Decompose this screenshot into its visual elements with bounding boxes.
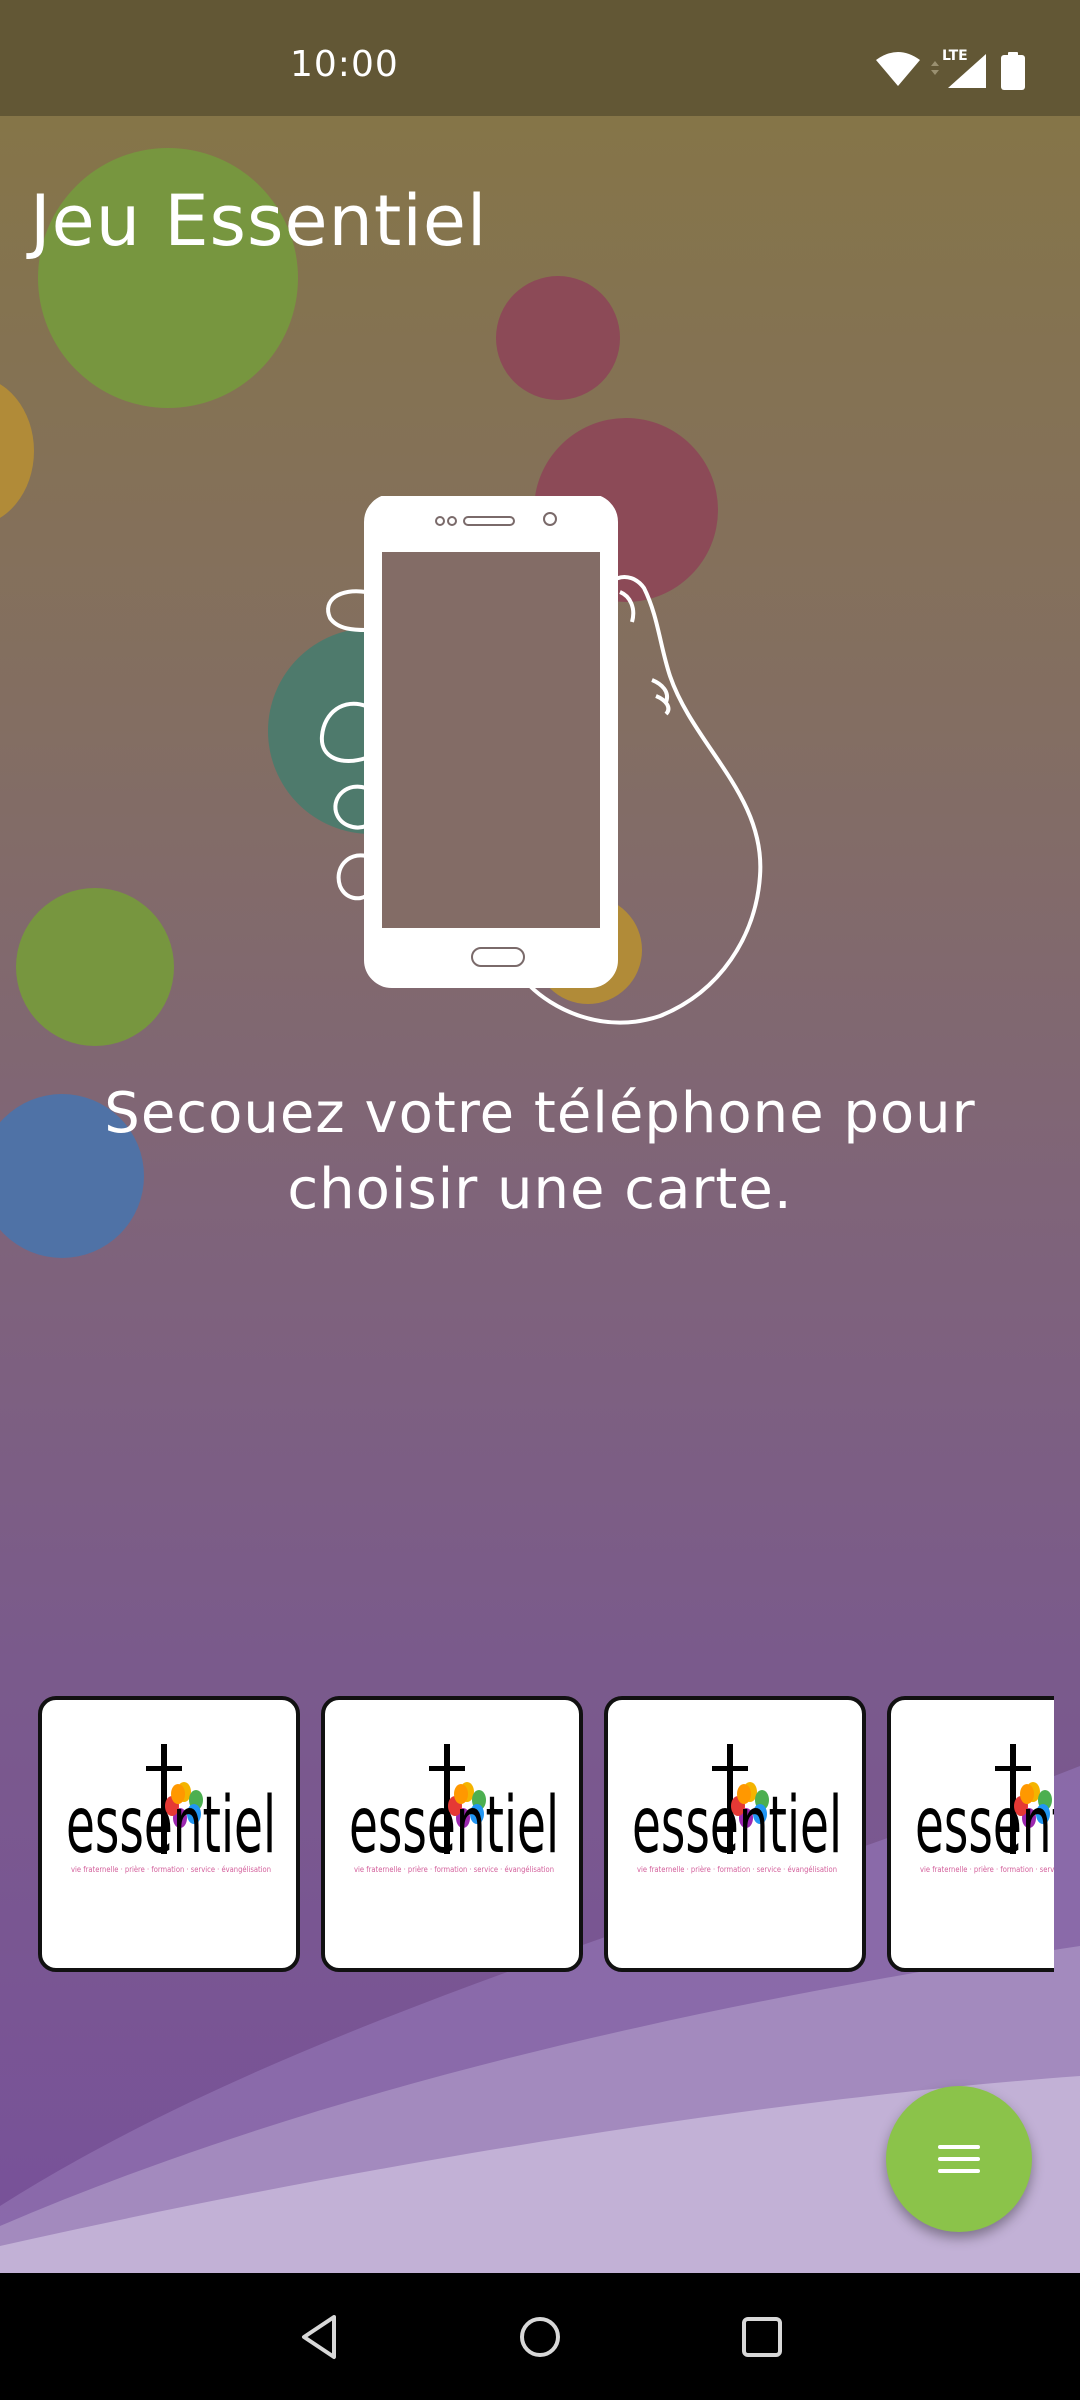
essentiel-logo: essentielvie fraternelle · prière · form… [349,1744,559,1874]
hand-holding-phone-icon [319,496,763,1025]
card-item[interactable]: essentielvie fraternelle · prière · form… [604,1696,866,1972]
system-navigation-bar [0,2273,1080,2400]
shake-instruction-text: Secouez votre téléphone pour choisir une… [104,1081,976,1222]
card-tagline: vie fraternelle · prière · formation · s… [71,1864,271,1874]
status-bar: 10:00 LTE [0,0,1080,116]
menu-fab-button[interactable] [886,2086,1032,2232]
battery-icon [1001,52,1025,90]
menu-icon [938,2145,980,2173]
card-item[interactable]: essentielvie fraternelle · prière · form… [887,1696,1054,1972]
home-icon[interactable] [512,2309,568,2365]
card-tagline: vie fraternelle · prière · formation · s… [354,1864,554,1874]
app-content: Jeu Essentiel Secouez votre téléphone po… [0,116,1080,2273]
essentiel-logo: essentielvie fraternelle · prière · form… [66,1744,276,1874]
screen: 10:00 LTE Jeu Essentiel Secouez votre té… [0,0,1080,2400]
essentiel-logo: essentielvie fraternelle · prière · form… [632,1744,842,1874]
card-logo-text: essentiel [632,1781,842,1871]
card-logo-text: essentiel [915,1781,1054,1871]
essentiel-logo: essentielvie fraternelle · prière · form… [915,1744,1054,1874]
card-tagline: vie fraternelle · prière · formation · s… [920,1864,1054,1874]
status-time: 10:00 [290,44,399,85]
card-tagline: vie fraternelle · prière · formation · s… [637,1864,837,1874]
recents-icon[interactable] [734,2309,790,2365]
lte-signal-icon: LTE [931,48,986,88]
back-icon[interactable] [292,2309,348,2365]
network-label: LTE [942,48,968,64]
card-item[interactable]: essentielvie fraternelle · prière · form… [38,1696,300,1972]
card-logo-text: essentiel [349,1781,559,1871]
card-carousel[interactable]: essentiel vie fraternelle · prière · form… [38,1696,1054,1986]
wifi-icon [876,52,920,86]
card-item[interactable]: essentielvie fraternelle · prière · form… [321,1696,583,1972]
app-title: Jeu Essentiel [30,180,488,262]
card-logo-text: essentiel [66,1781,276,1871]
